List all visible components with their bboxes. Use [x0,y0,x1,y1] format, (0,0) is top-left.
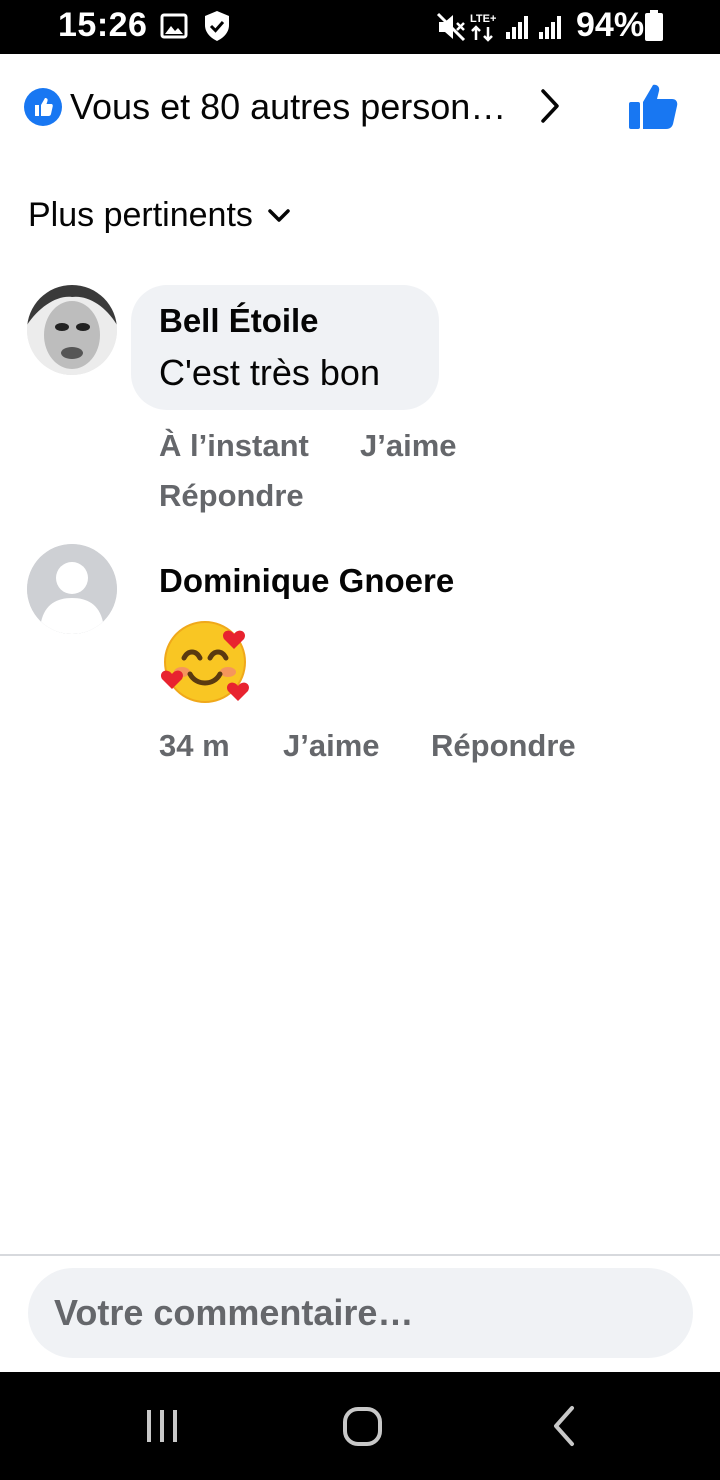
status-bar: 15:26 LTE+ 94% [0,0,720,54]
like-link[interactable]: J’aime [360,428,457,464]
thumbs-up-icon[interactable] [626,82,680,132]
smiling-face-with-hearts-emoji [161,621,249,703]
divider [0,1254,720,1256]
lte-icon: LTE+ [470,13,496,42]
mute-icon [436,12,466,42]
system-nav-bar [0,1372,720,1480]
comment-text: C'est très bon [159,352,380,393]
comment-timestamp: À l’instant [159,428,309,463]
signal-icon [506,16,528,39]
signal-icon [539,16,561,39]
home-icon[interactable] [340,1402,386,1450]
sort-selector[interactable]: Plus pertinents [28,196,291,240]
comment-input[interactable] [54,1268,664,1358]
svg-text:LTE+: LTE+ [470,13,496,25]
comment-author[interactable]: Dominique Gnoere [159,562,454,600]
recent-apps-icon[interactable] [142,1402,182,1450]
battery-percentage: 94% [576,6,645,44]
reply-link[interactable]: Répondre [159,478,304,514]
chevron-right-icon[interactable] [536,86,564,126]
comment-author[interactable]: Bell Étoile [159,302,319,340]
status-time: 15:26 [58,6,148,44]
comment-timestamp: 34 m [159,728,230,763]
chevron-down-icon [268,208,291,222]
reactions-summary[interactable]: Vous et 80 autres person… [0,70,720,146]
battery-icon [645,10,663,41]
sort-label: Plus pertinents [28,196,253,234]
shield-check-icon [205,11,229,41]
gallery-icon [160,13,188,39]
reactions-summary-text: Vous et 80 autres person… [70,86,507,127]
avatar[interactable] [27,285,117,375]
like-link[interactable]: J’aime [283,728,380,764]
like-badge-icon [24,88,62,126]
comment-composer[interactable] [28,1268,693,1358]
reply-link[interactable]: Répondre [431,728,576,764]
back-icon[interactable] [548,1402,582,1450]
avatar[interactable] [27,544,117,634]
